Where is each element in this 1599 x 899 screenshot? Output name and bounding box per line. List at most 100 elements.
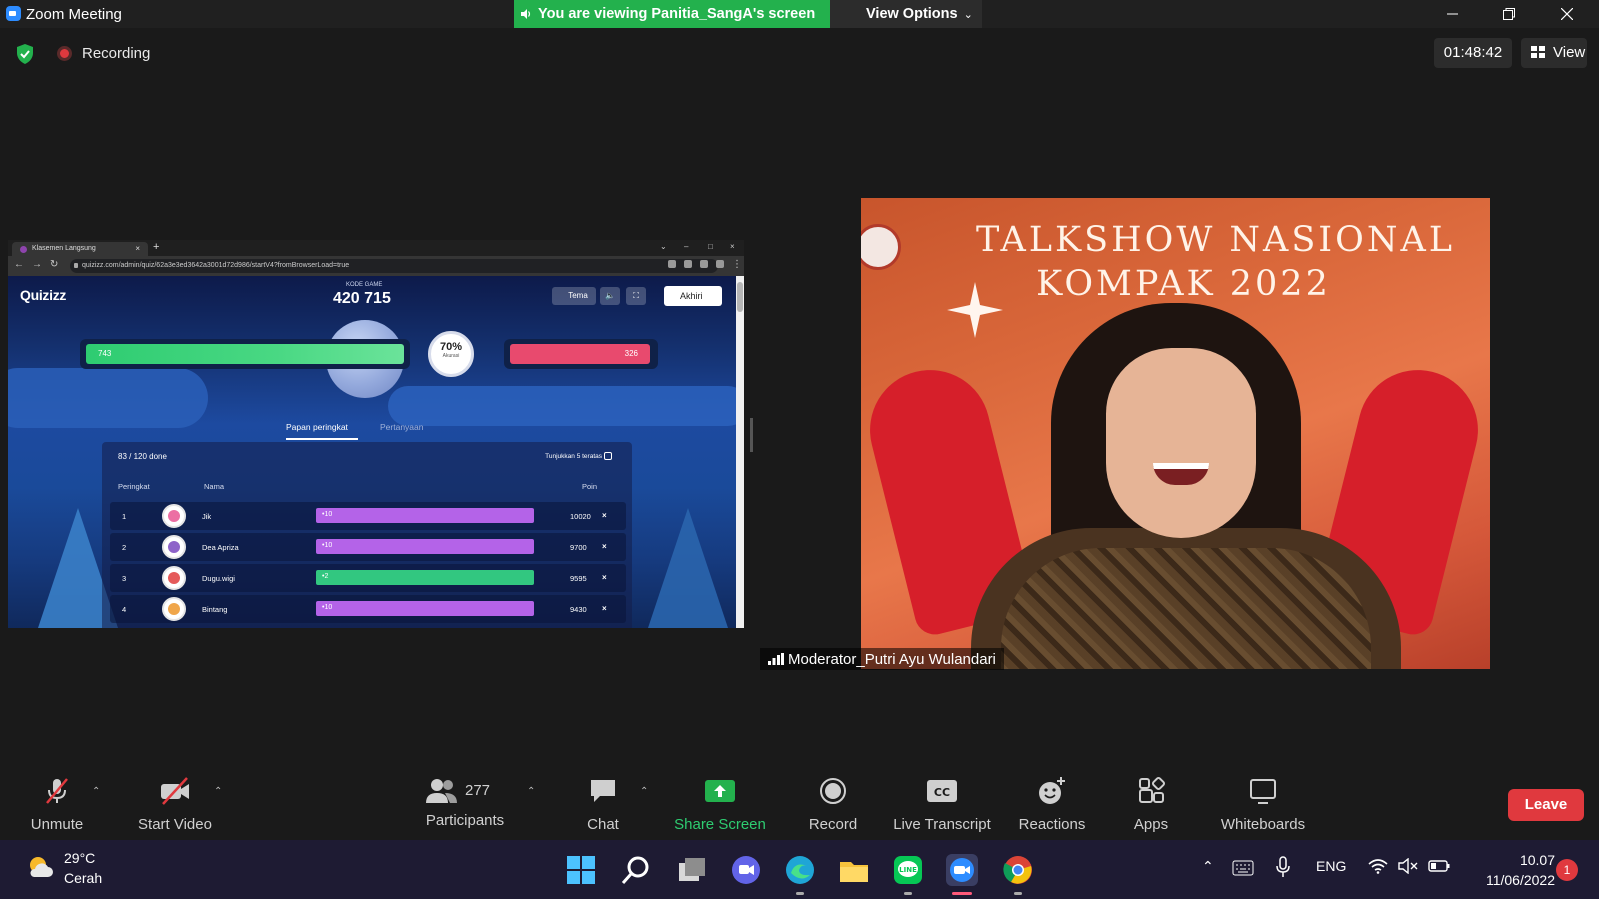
- player-name: Dea Apriza: [202, 543, 239, 552]
- weather-temperature: 29°C: [64, 850, 96, 866]
- tab-close-icon[interactable]: ×: [135, 244, 140, 253]
- record-icon: [820, 778, 846, 804]
- live-transcript-button[interactable]: CC Live Transcript: [890, 776, 994, 833]
- shared-screen[interactable]: Klasemen Langsung × + ⌄ – □ × ← → ↻ quiz…: [8, 240, 744, 628]
- browser-menu-icon[interactable]: ⋮: [732, 259, 742, 270]
- top5-checkbox[interactable]: [604, 452, 612, 460]
- browser-scrollbar[interactable]: [736, 276, 744, 628]
- chat-button[interactable]: Chat: [576, 776, 630, 833]
- share-screen-icon: [705, 780, 735, 802]
- notification-badge[interactable]: 1: [1556, 859, 1578, 881]
- view-options-label: View Options: [866, 6, 958, 22]
- chat-chevron-icon[interactable]: ⌃: [640, 786, 648, 797]
- share-screen-button[interactable]: Share Screen: [672, 776, 768, 833]
- theme-button[interactable]: Tema: [552, 287, 596, 305]
- participants-button[interactable]: 277 Participants: [420, 776, 510, 829]
- reactions-label: Reactions: [1018, 816, 1086, 833]
- battery-icon[interactable]: [1428, 860, 1450, 872]
- apps-button[interactable]: Apps: [1126, 776, 1176, 833]
- chat-label: Chat: [587, 816, 619, 833]
- show-hidden-icons-chevron-icon[interactable]: ⌃: [1202, 858, 1214, 875]
- reload-icon[interactable]: ↻: [50, 259, 58, 270]
- player-streak: •10: [322, 604, 333, 611]
- microphone-in-use-icon[interactable]: [1276, 856, 1290, 878]
- sidebar-icon[interactable]: [700, 260, 708, 268]
- zoom-taskbar-icon[interactable]: [946, 854, 978, 886]
- record-label: Record: [808, 816, 858, 833]
- wifi-icon[interactable]: [1368, 858, 1388, 874]
- teams-chat-icon[interactable]: [730, 854, 762, 886]
- browser-tab[interactable]: Klasemen Langsung ×: [12, 242, 148, 256]
- line-app-icon[interactable]: LINE: [892, 854, 924, 886]
- extension-icon[interactable]: [668, 260, 676, 268]
- file-explorer-icon[interactable]: [838, 854, 870, 886]
- video-options-chevron-icon[interactable]: ⌃: [214, 786, 222, 797]
- player-points: 10020: [570, 512, 591, 521]
- tab-search-icon[interactable]: ⌄: [660, 242, 667, 251]
- share-banner-text: You are viewing Panitia_SangA's screen: [538, 6, 816, 22]
- windows-start-icon[interactable]: [565, 854, 597, 886]
- svg-text:LINE: LINE: [899, 866, 917, 874]
- input-language[interactable]: ENG: [1316, 858, 1346, 874]
- keyboard-icon[interactable]: [1232, 860, 1254, 876]
- profile-icon[interactable]: [716, 260, 724, 268]
- chat-bubble-icon: [591, 780, 615, 802]
- view-options-button[interactable]: View Options ⌄: [830, 0, 982, 28]
- clock-date[interactable]: 11/06/2022: [1466, 872, 1555, 888]
- volume-muted-icon[interactable]: [1398, 858, 1418, 874]
- remove-player-icon[interactable]: ×: [602, 511, 607, 520]
- speaker-icon: [521, 9, 531, 19]
- puzzle-icon[interactable]: [684, 260, 692, 268]
- quiz-tabs: Papan peringkat Pertanyaan: [280, 416, 458, 440]
- address-url: quizizz.com/admin/quiz/62a3e3ed3642a3001…: [82, 262, 350, 269]
- whiteboards-button[interactable]: Whiteboards: [1218, 776, 1308, 833]
- leave-button[interactable]: Leave: [1508, 789, 1584, 821]
- browser-close-icon[interactable]: ×: [730, 242, 735, 251]
- close-button[interactable]: [1544, 0, 1590, 28]
- remove-player-icon[interactable]: ×: [602, 542, 607, 551]
- scrollbar-thumb[interactable]: [737, 282, 743, 312]
- player-points: 9430: [570, 605, 587, 614]
- audio-options-chevron-icon[interactable]: ⌃: [92, 786, 100, 797]
- record-button[interactable]: Record: [800, 776, 866, 833]
- sound-button[interactable]: 🔈: [600, 287, 620, 305]
- tab-leaderboard[interactable]: Papan peringkat: [286, 422, 348, 432]
- participant-video[interactable]: TALKSHOW NASIONAL KOMPAK 2022: [861, 198, 1490, 669]
- line-running-indicator: [904, 892, 912, 895]
- edge-browser-icon[interactable]: [784, 854, 816, 886]
- new-tab-icon[interactable]: +: [153, 241, 159, 253]
- security-shield-icon[interactable]: [16, 44, 34, 64]
- start-video-button[interactable]: Start Video: [132, 776, 218, 833]
- participant-name: Moderator_Putri Ayu Wulandari: [788, 651, 996, 668]
- restore-button[interactable]: [1486, 0, 1532, 28]
- meeting-timer: 01:48:42: [1434, 38, 1512, 68]
- browser-restore-icon[interactable]: □: [708, 242, 713, 251]
- closed-caption-icon: CC: [927, 780, 957, 802]
- clock-time[interactable]: 10.07: [1505, 852, 1555, 868]
- participants-chevron-icon[interactable]: ⌃: [527, 786, 535, 797]
- back-arrow-icon[interactable]: ←: [14, 259, 24, 270]
- forward-arrow-icon[interactable]: →: [32, 259, 42, 270]
- task-view-icon[interactable]: [676, 854, 708, 886]
- tab-questions[interactable]: Pertanyaan: [380, 422, 423, 432]
- end-game-button[interactable]: Akhiri: [664, 286, 722, 306]
- address-bar[interactable]: quizizz.com/admin/quiz/62a3e3ed3642a3001…: [70, 259, 718, 273]
- unmute-button[interactable]: Unmute: [22, 776, 92, 833]
- view-layout-button[interactable]: View: [1521, 38, 1587, 68]
- chrome-browser-icon[interactable]: [1002, 854, 1034, 886]
- browser-minimize-icon[interactable]: –: [684, 242, 688, 251]
- remove-player-icon[interactable]: ×: [602, 573, 607, 582]
- remove-player-icon[interactable]: ×: [602, 604, 607, 613]
- lock-icon: [74, 263, 78, 268]
- game-code-label: KODE GAME: [346, 282, 383, 288]
- player-streak-bar: •10: [316, 508, 534, 523]
- minimize-button[interactable]: [1430, 0, 1476, 28]
- search-icon[interactable]: [620, 854, 652, 886]
- panel-splitter-handle[interactable]: [750, 418, 753, 452]
- quizizz-game-view: Quizizz KODE GAME 420 715 Tema 🔈 ⛶ Akhir…: [8, 276, 736, 628]
- fullscreen-button[interactable]: ⛶: [626, 287, 646, 305]
- reactions-button[interactable]: Reactions: [1014, 776, 1090, 833]
- recording-indicator-icon: [57, 46, 72, 61]
- weather-partly-cloudy-icon[interactable]: [26, 853, 54, 881]
- participants-label: Participants: [425, 812, 505, 829]
